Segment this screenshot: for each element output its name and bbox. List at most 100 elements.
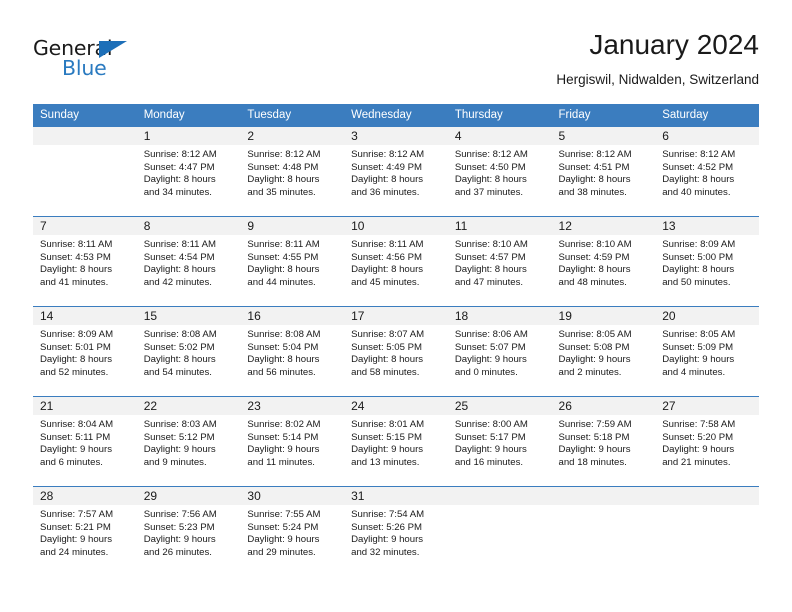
daylight-text-line2: and 56 minutes. bbox=[247, 366, 316, 378]
day-cell[interactable]: 23 Sunrise: 8:02 AM Sunset: 5:14 PM Dayligh… bbox=[240, 396, 345, 486]
sunset-text: Sunset: 4:51 PM bbox=[558, 161, 630, 173]
sunset-text: Sunset: 5:21 PM bbox=[40, 521, 111, 533]
sunrise-text: Sunrise: 8:11 AM bbox=[247, 239, 320, 250]
calendar-cell: 3 Sunrise: 8:12 AM Sunset: 4:49 PM Daylight… bbox=[344, 126, 448, 216]
calendar-cell: 10 Sunrise: 8:11 AM Sunset: 4:56 PM Dayligh… bbox=[344, 216, 448, 306]
calendar-cell: 11 Sunrise: 8:10 AM Sunset: 4:57 PM Dayligh… bbox=[447, 216, 552, 306]
day-cell[interactable]: 6 Sunrise: 8:12 AM Sunset: 4:52 PM Daylight… bbox=[655, 126, 759, 216]
daylight-text-line1: Daylight: 9 hours bbox=[454, 444, 527, 456]
calendar-cell: 15 Sunrise: 8:08 AM Sunset: 5:02 PM Dayligh… bbox=[136, 306, 241, 396]
day-cell[interactable]: 7 Sunrise: 8:11 AM Sunset: 4:53 PM Daylight… bbox=[33, 216, 137, 306]
day-cell[interactable]: 3 Sunrise: 8:12 AM Sunset: 4:49 PM Daylight… bbox=[344, 126, 448, 216]
sunrise-text: Sunrise: 8:00 AM bbox=[454, 419, 528, 430]
daylight-text-line1: Daylight: 8 hours bbox=[247, 354, 320, 366]
day-number: 11 bbox=[447, 217, 552, 235]
calendar-cell bbox=[447, 486, 552, 576]
calendar-cell: 19 Sunrise: 8:05 AM Sunset: 5:08 PM Dayligh… bbox=[551, 306, 656, 396]
day-cell[interactable]: 20 Sunrise: 8:05 AM Sunset: 5:09 PM Dayligh… bbox=[655, 306, 759, 396]
day-cell[interactable]: 13 Sunrise: 8:09 AM Sunset: 5:00 PM Dayligh… bbox=[655, 216, 759, 306]
calendar-cell: 8 Sunrise: 8:11 AM Sunset: 4:54 PM Daylight… bbox=[136, 216, 241, 306]
day-cell[interactable]: 26 Sunrise: 7:59 AM Sunset: 5:18 PM Dayligh… bbox=[551, 396, 656, 486]
day-number: 5 bbox=[551, 127, 656, 145]
day-cell[interactable]: 9 Sunrise: 8:11 AM Sunset: 4:55 PM Daylight… bbox=[240, 216, 345, 306]
day-cell[interactable]: 22 Sunrise: 8:03 AM Sunset: 5:12 PM Dayligh… bbox=[136, 396, 241, 486]
day-cell[interactable]: 21 Sunrise: 8:04 AM Sunset: 5:11 PM Dayligh… bbox=[33, 396, 137, 486]
calendar-cell: 9 Sunrise: 8:11 AM Sunset: 4:55 PM Daylight… bbox=[240, 216, 345, 306]
day-cell-empty bbox=[447, 486, 552, 576]
day-info: Sunrise: 8:08 AM Sunset: 5:02 PM Daylight:… bbox=[137, 325, 241, 379]
page-title: January 2024 bbox=[589, 29, 759, 60]
day-info: Sunrise: 8:12 AM Sunset: 4:51 PM Daylight:… bbox=[552, 145, 656, 199]
day-cell[interactable]: 25 Sunrise: 8:00 AM Sunset: 5:17 PM Dayligh… bbox=[447, 396, 552, 486]
day-info: Sunrise: 8:03 AM Sunset: 5:12 PM Daylight:… bbox=[137, 415, 241, 469]
day-number: 14 bbox=[33, 307, 137, 325]
daylight-text-line1: Daylight: 8 hours bbox=[351, 354, 424, 366]
daylight-text-line2: and 54 minutes. bbox=[143, 366, 212, 378]
day-cell[interactable]: 11 Sunrise: 8:10 AM Sunset: 4:57 PM Dayligh… bbox=[447, 216, 552, 306]
general-blue-logo[interactable]: General Blue bbox=[33, 36, 203, 88]
calendar-week-row: 1 Sunrise: 8:12 AM Sunset: 4:47 PM Daylight… bbox=[33, 126, 759, 216]
day-cell[interactable]: 28 Sunrise: 7:57 AM Sunset: 5:21 PM Dayligh… bbox=[33, 486, 137, 576]
sunrise-text: Sunrise: 8:12 AM bbox=[662, 149, 736, 160]
day-cell[interactable]: 17 Sunrise: 8:07 AM Sunset: 5:05 PM Dayligh… bbox=[344, 306, 448, 396]
day-cell[interactable]: 30 Sunrise: 7:55 AM Sunset: 5:24 PM Dayligh… bbox=[240, 486, 345, 576]
calendar-cell: 7 Sunrise: 8:11 AM Sunset: 4:53 PM Daylight… bbox=[33, 216, 137, 306]
sunset-text: Sunset: 5:02 PM bbox=[143, 341, 215, 353]
logo-word-blue: Blue bbox=[62, 56, 107, 80]
day-number bbox=[551, 487, 656, 505]
sunset-text: Sunset: 5:23 PM bbox=[143, 521, 215, 533]
daylight-text-line2: and 58 minutes. bbox=[351, 366, 420, 378]
day-number: 21 bbox=[33, 397, 137, 415]
day-info: Sunrise: 8:11 AM Sunset: 4:54 PM Daylight:… bbox=[137, 235, 241, 289]
day-cell[interactable]: 12 Sunrise: 8:10 AM Sunset: 4:59 PM Dayligh… bbox=[551, 216, 656, 306]
weekday-header-monday: Monday bbox=[136, 104, 241, 126]
calendar-cell: 27 Sunrise: 7:58 AM Sunset: 5:20 PM Dayligh… bbox=[655, 396, 759, 486]
day-cell[interactable]: 24 Sunrise: 8:01 AM Sunset: 5:15 PM Dayligh… bbox=[344, 396, 448, 486]
daylight-text-line2: and 2 minutes. bbox=[558, 366, 622, 378]
day-cell[interactable]: 15 Sunrise: 8:08 AM Sunset: 5:02 PM Dayligh… bbox=[136, 306, 241, 396]
day-cell[interactable]: 4 Sunrise: 8:12 AM Sunset: 4:50 PM Daylight… bbox=[447, 126, 552, 216]
sunrise-text: Sunrise: 7:59 AM bbox=[558, 419, 632, 430]
day-cell[interactable]: 27 Sunrise: 7:58 AM Sunset: 5:20 PM Dayligh… bbox=[655, 396, 759, 486]
day-number: 27 bbox=[655, 397, 759, 415]
sunrise-text: Sunrise: 8:05 AM bbox=[558, 329, 632, 340]
day-info: Sunrise: 8:11 AM Sunset: 4:56 PM Daylight:… bbox=[344, 235, 448, 289]
day-info: Sunrise: 8:07 AM Sunset: 5:05 PM Daylight:… bbox=[344, 325, 448, 379]
calendar-cell: 13 Sunrise: 8:09 AM Sunset: 5:00 PM Dayligh… bbox=[655, 216, 759, 306]
weekday-header-wednesday: Wednesday bbox=[344, 104, 448, 126]
day-cell[interactable]: 18 Sunrise: 8:06 AM Sunset: 5:07 PM Dayligh… bbox=[447, 306, 552, 396]
sunset-text: Sunset: 5:04 PM bbox=[247, 341, 319, 353]
day-cell[interactable]: 31 Sunrise: 7:54 AM Sunset: 5:26 PM Dayligh… bbox=[344, 486, 448, 576]
day-cell[interactable]: 29 Sunrise: 7:56 AM Sunset: 5:23 PM Dayligh… bbox=[136, 486, 241, 576]
day-number: 9 bbox=[240, 217, 345, 235]
sunset-text: Sunset: 5:05 PM bbox=[351, 341, 423, 353]
day-cell[interactable]: 1 Sunrise: 8:12 AM Sunset: 4:47 PM Daylight… bbox=[136, 126, 241, 216]
day-info: Sunrise: 7:55 AM Sunset: 5:24 PM Daylight:… bbox=[240, 505, 344, 559]
calendar-cell: 26 Sunrise: 7:59 AM Sunset: 5:18 PM Dayligh… bbox=[551, 396, 656, 486]
day-cell[interactable]: 14 Sunrise: 8:09 AM Sunset: 5:01 PM Dayligh… bbox=[33, 306, 137, 396]
day-cell[interactable]: 2 Sunrise: 8:12 AM Sunset: 4:48 PM Daylight… bbox=[240, 126, 345, 216]
sunset-text: Sunset: 5:07 PM bbox=[454, 341, 526, 353]
calendar-cell: 1 Sunrise: 8:12 AM Sunset: 4:47 PM Daylight… bbox=[136, 126, 241, 216]
day-cell[interactable]: 5 Sunrise: 8:12 AM Sunset: 4:51 PM Daylight… bbox=[551, 126, 656, 216]
day-cell[interactable]: 8 Sunrise: 8:11 AM Sunset: 4:54 PM Daylight… bbox=[136, 216, 241, 306]
calendar-week-row: 21 Sunrise: 8:04 AM Sunset: 5:11 PM Dayligh… bbox=[33, 396, 759, 486]
sunset-text: Sunset: 5:24 PM bbox=[247, 521, 319, 533]
daylight-text-line1: Daylight: 8 hours bbox=[143, 354, 216, 366]
day-number: 18 bbox=[447, 307, 552, 325]
calendar-cell: 29 Sunrise: 7:56 AM Sunset: 5:23 PM Dayligh… bbox=[136, 486, 241, 576]
daylight-text-line2: and 52 minutes. bbox=[40, 366, 109, 378]
sunrise-text: Sunrise: 8:06 AM bbox=[454, 329, 528, 340]
daylight-text-line1: Daylight: 8 hours bbox=[662, 264, 735, 276]
day-cell[interactable]: 16 Sunrise: 8:08 AM Sunset: 5:04 PM Dayligh… bbox=[240, 306, 345, 396]
sunrise-text: Sunrise: 8:07 AM bbox=[351, 329, 425, 340]
day-info: Sunrise: 8:12 AM Sunset: 4:52 PM Daylight:… bbox=[655, 145, 759, 199]
calendar-table: Sunday Monday Tuesday Wednesday Thursday… bbox=[33, 104, 759, 576]
day-cell[interactable]: 10 Sunrise: 8:11 AM Sunset: 4:56 PM Dayligh… bbox=[344, 216, 448, 306]
day-cell[interactable]: 19 Sunrise: 8:05 AM Sunset: 5:08 PM Dayligh… bbox=[551, 306, 656, 396]
daylight-text-line1: Daylight: 8 hours bbox=[662, 174, 735, 186]
daylight-text-line2: and 37 minutes. bbox=[454, 186, 524, 198]
sunrise-text: Sunrise: 8:09 AM bbox=[40, 329, 114, 340]
daylight-text-line2: and 40 minutes. bbox=[662, 186, 731, 198]
daylight-text-line1: Daylight: 8 hours bbox=[143, 264, 216, 276]
